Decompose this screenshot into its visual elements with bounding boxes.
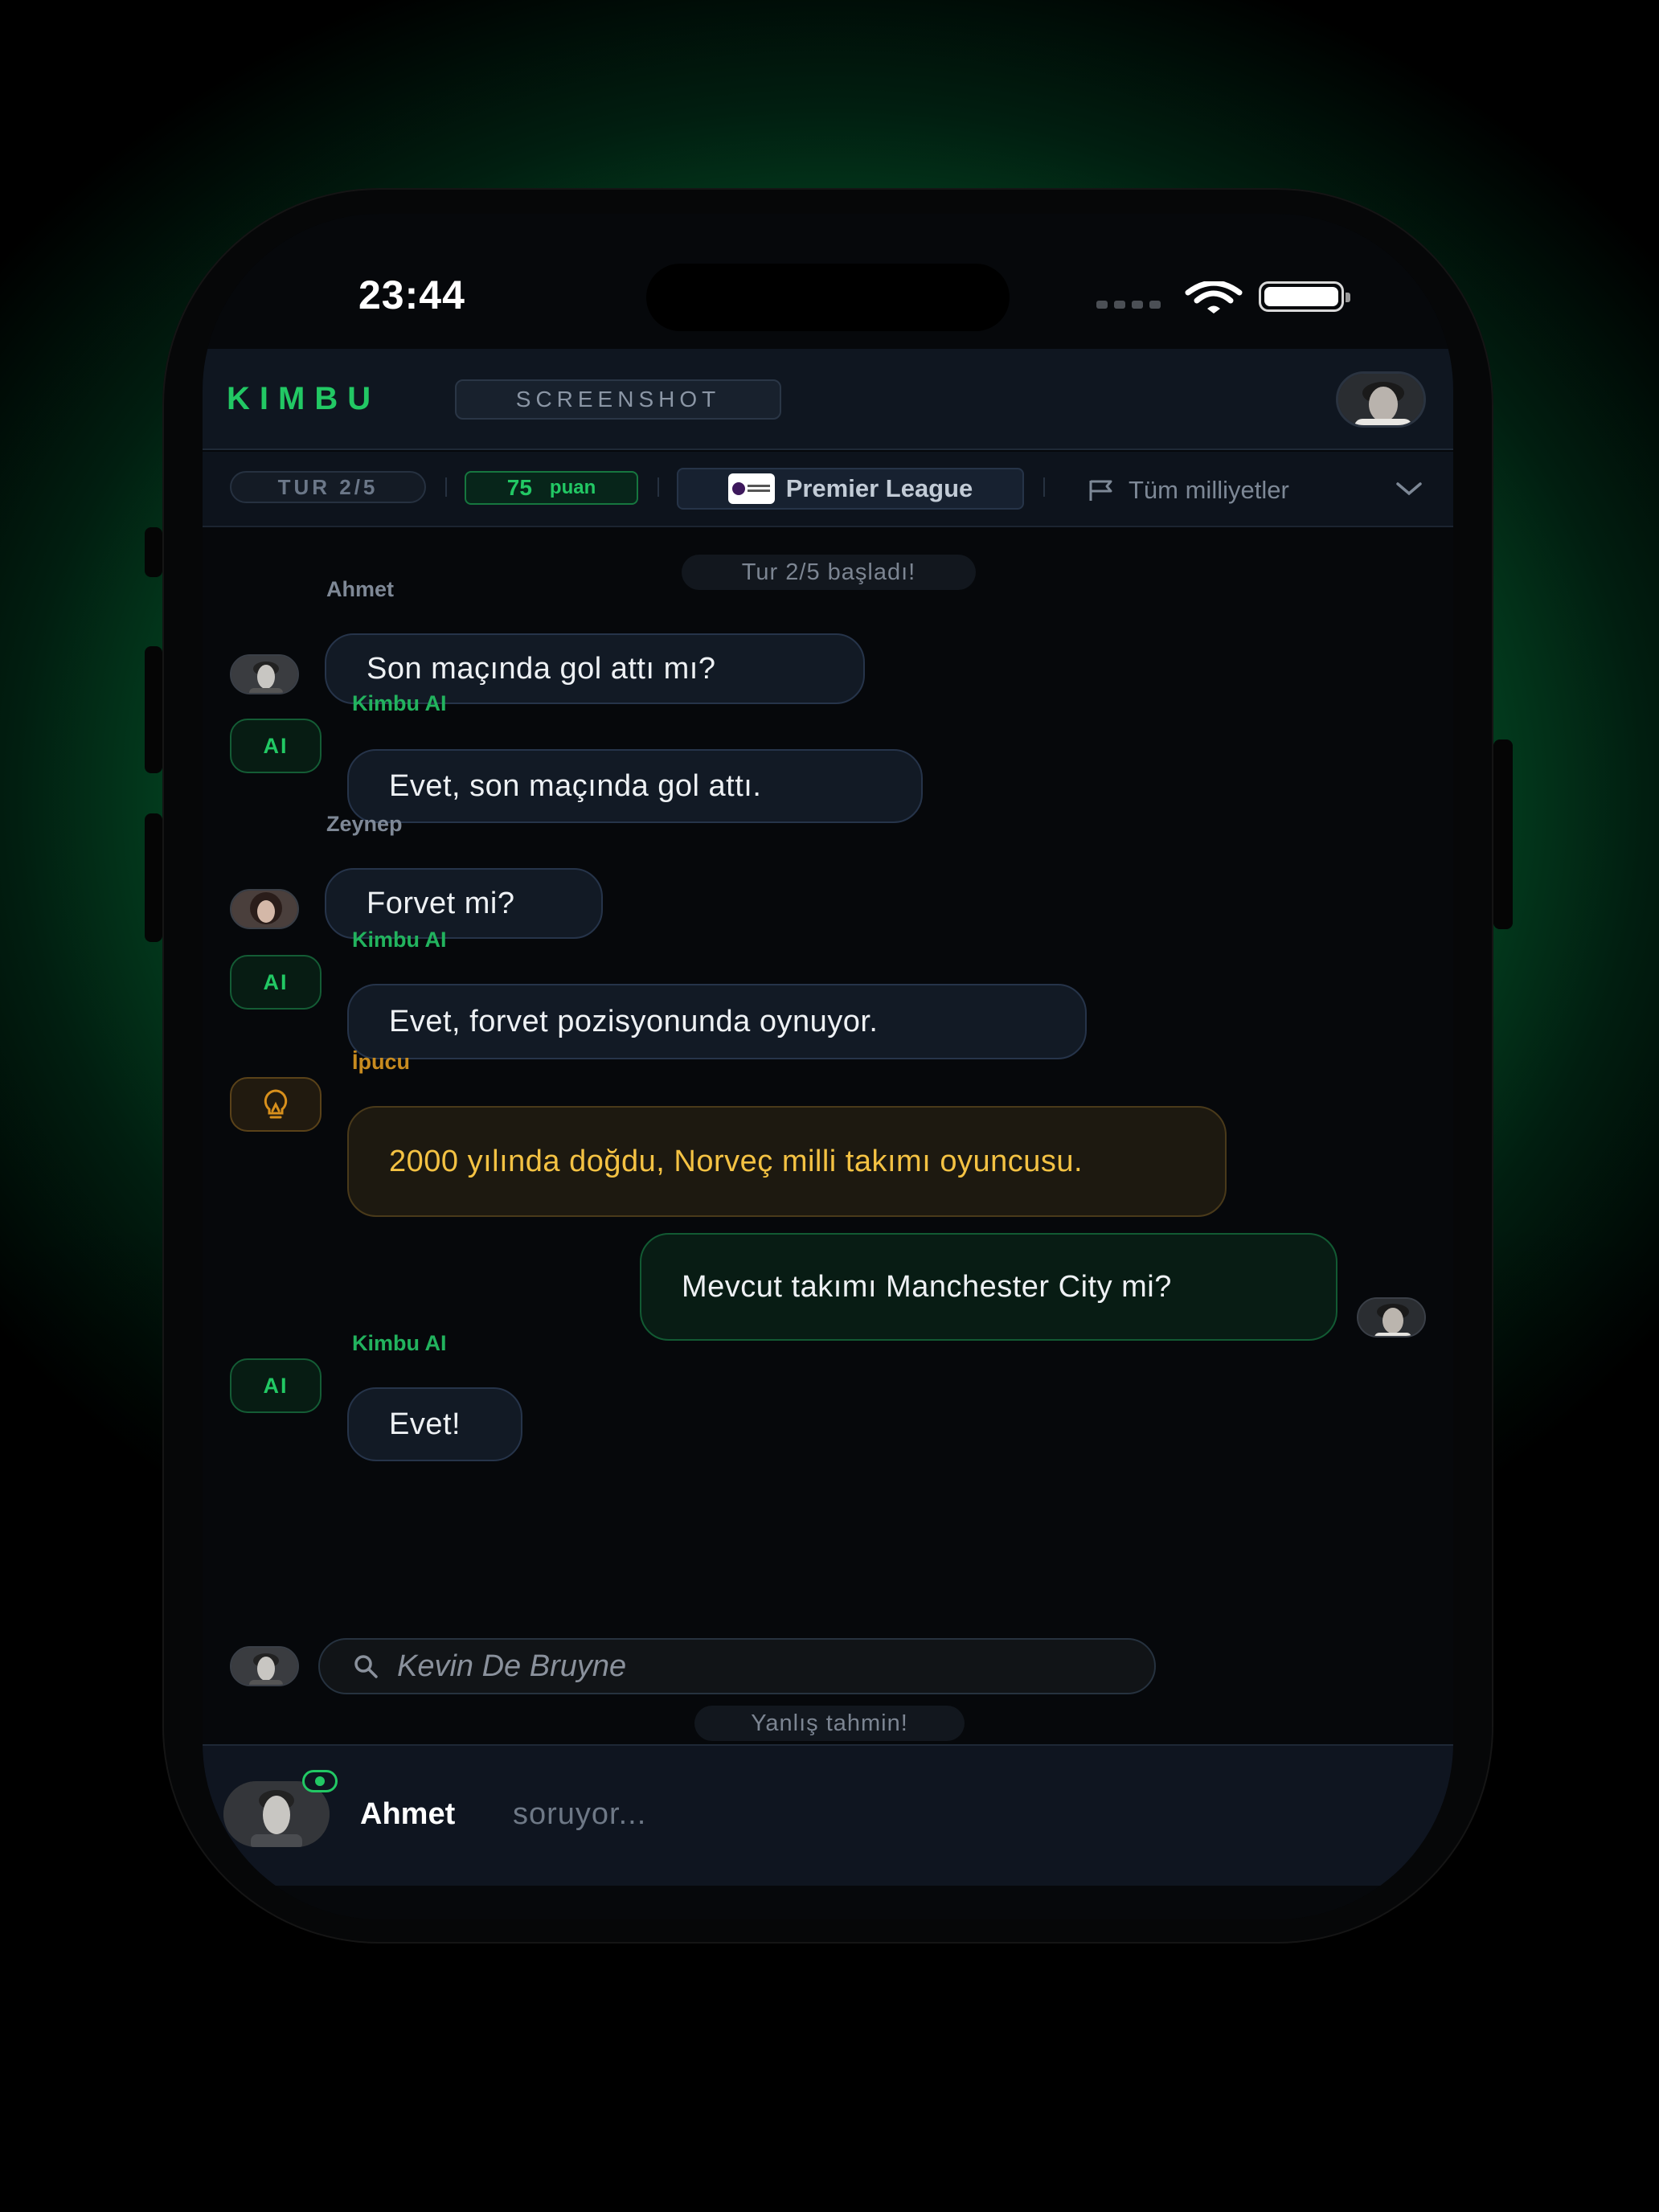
sender-name: Kimbu AI [352, 928, 447, 952]
guess-text: Kevin De Bruyne [397, 1649, 627, 1683]
sender-name: Kimbu AI [352, 691, 447, 715]
action-button [145, 527, 162, 577]
sender-name: Ahmet [326, 577, 395, 601]
points-label: puan [549, 477, 596, 498]
search-icon [354, 1655, 378, 1678]
user-avatar [230, 654, 299, 694]
ai-badge: AI [230, 955, 322, 1010]
round-started-notice: Tur 2/5 başladı! [682, 555, 976, 590]
points-badge: 75 puan [465, 471, 638, 505]
battery-icon [1259, 281, 1350, 312]
hint-badge [230, 1077, 322, 1132]
avatar-photo-icon [231, 1648, 297, 1685]
league-label: Premier League [785, 474, 973, 502]
turn-status-bar: Ahmet soruyor... [203, 1744, 1453, 1886]
cellular-signal-icon [1096, 301, 1161, 309]
screenshot-badge: SCREENSHOT [455, 379, 781, 420]
my-avatar [1357, 1297, 1426, 1337]
hint-label: İpucu [352, 1050, 410, 1074]
profile-avatar[interactable] [1336, 371, 1426, 428]
user-avatar [230, 1646, 299, 1686]
league-selector[interactable]: Premier League [677, 468, 1024, 510]
user-avatar [230, 889, 299, 929]
ai-message-bubble: Evet! [347, 1387, 522, 1461]
my-message-bubble: Mevcut takımı Manchester City mi? [640, 1233, 1337, 1341]
nationality-filter[interactable]: Tüm milliyetler [1087, 473, 1289, 508]
nationality-label: Tüm milliyetler [1129, 476, 1289, 504]
volume-up-button [145, 646, 162, 773]
home-indicator-area [203, 1886, 1453, 1919]
divider [657, 477, 659, 497]
asker-name: Ahmet [360, 1797, 456, 1831]
points-value: 75 [506, 475, 532, 500]
ai-badge: AI [230, 719, 322, 773]
lightbulb-icon [264, 1089, 288, 1119]
wrong-guess-notice: Yanlış tahmin! [694, 1706, 965, 1741]
divider [1043, 477, 1045, 497]
avatar-photo-icon [1358, 1299, 1424, 1336]
ai-message-bubble: Evet, forvet pozisyonunda oynuyor. [347, 984, 1087, 1059]
avatar-photo-icon [231, 891, 297, 928]
app-header: KIMBU SCREENSHOT [203, 349, 1453, 450]
profile-photo-icon [1338, 374, 1423, 425]
flag-icon [1089, 480, 1112, 501]
asker-status: soruyor... [513, 1797, 647, 1831]
dynamic-island [646, 264, 1010, 331]
ai-message-bubble: Evet, son maçında gol attı. [347, 749, 923, 823]
divider [445, 477, 447, 497]
sender-name: Zeynep [326, 812, 403, 836]
hint-bubble: 2000 yılında doğdu, Norveç milli takımı … [347, 1106, 1227, 1217]
app-logo: KIMBU [227, 381, 381, 416]
guess-entry: Kevin De Bruyne [318, 1638, 1156, 1694]
online-indicator-icon [302, 1770, 338, 1792]
game-toolbar: TUR 2/5 75 puan Premier League Tüm milli… [203, 452, 1453, 527]
wifi-icon [1185, 281, 1243, 313]
avatar-photo-icon [231, 656, 297, 693]
status-bar: 23:44 [203, 214, 1453, 349]
ai-badge: AI [230, 1358, 322, 1413]
volume-down-button [145, 813, 162, 942]
round-indicator: TUR 2/5 [230, 471, 426, 503]
phone-frame: 23:44 KIMBU SCREENSHOT TUR 2/5 75 puan P… [145, 188, 1513, 1944]
power-button [1493, 739, 1513, 929]
status-time: 23:44 [358, 272, 465, 317]
screen: 23:44 KIMBU SCREENSHOT TUR 2/5 75 puan P… [203, 214, 1453, 1919]
sender-name: Kimbu AI [352, 1331, 447, 1355]
chevron-down-icon[interactable] [1395, 481, 1423, 497]
premier-league-logo-icon [727, 473, 775, 504]
